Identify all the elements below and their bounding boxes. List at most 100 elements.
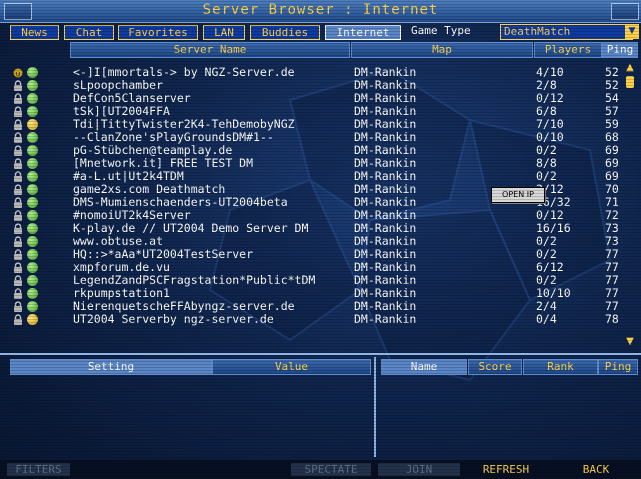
rules-header-value[interactable]: Value [212,359,371,375]
lock-icon [13,288,23,299]
lock-icon [13,301,23,312]
tab-internet[interactable]: Internet [325,25,401,40]
players-header-name[interactable]: Name [381,359,467,375]
panel-splitter[interactable] [374,357,376,457]
lock-icon [13,275,23,286]
players-cell: 0/2 [536,235,557,248]
players-cell: 0/2 [536,274,557,287]
server-status-icon [27,210,38,221]
tab-favorites[interactable]: Favorites [118,25,198,40]
server-status-icon [27,145,38,156]
server-name-cell: <-]I[mmortals-> by NGZ-Server.de [73,66,295,79]
server-status-icon [27,301,38,312]
map-cell: DM-Rankin [354,222,417,235]
players-header-rank[interactable]: Rank [523,359,598,375]
table-row[interactable]: pG-Stübchen@teamplay.de DM-Rankin 0/2 69 [0,144,622,157]
lock-icon [13,93,23,104]
lock-icon [13,106,23,117]
scrollbar-thumb[interactable] [626,76,634,88]
title-bar: Server Browser : Internet [0,0,641,23]
ping-cell: 52 [605,66,619,79]
server-status-icon [27,106,38,117]
refresh-button[interactable]: REFRESH [470,463,542,476]
players-cell: 0/4 [536,313,557,326]
lock-icon [13,184,23,195]
server-name-cell: xmpforum.de.vu [73,261,170,274]
column-header-server-name[interactable]: Server Name [70,42,350,58]
spectate-button[interactable]: SPECTATE [291,463,371,476]
map-cell: DM-Rankin [354,261,417,274]
column-header-ping[interactable]: Ping [602,42,638,58]
svg-text:u: u [16,70,20,78]
scroll-down-arrow-icon[interactable]: ▼ [623,336,637,348]
table-row[interactable]: [Mnetwork.it] FREE TEST DM DM-Rankin 8/8 69 [0,157,622,170]
table-row[interactable]: rkpumpstation1 DM-Rankin 10/10 77 [0,287,622,300]
rules-header-setting[interactable]: Setting [10,359,212,375]
table-row[interactable]: sLpoopchamber DM-Rankin 2/8 52 [0,79,622,92]
ping-cell: 73 [605,222,619,235]
players-header-score[interactable]: Score [468,359,522,375]
tab-chat[interactable]: Chat [64,25,114,40]
table-row[interactable]: www.obtuse.at DM-Rankin 0/2 73 [0,235,622,248]
table-row[interactable]: #a-L.ut|Ut2k4TDM DM-Rankin 0/2 69 [0,170,622,183]
table-row[interactable]: Tdi|TittyTwister2K4-TehDemobyNGZ DM-Ranki… [0,118,622,131]
table-row[interactable]: NierenquetscheFFAbyngz-server.de DM-Ranki… [0,300,622,313]
server-name-cell: game2xs.com Deathmatch [73,183,226,196]
scroll-up-arrow-icon[interactable]: ▲ [623,62,637,74]
players-cell: 2/4 [536,300,557,313]
server-name-cell: K-play.de // UT2004 Demo Server DM [73,222,309,235]
server-status-icon [27,314,38,325]
table-row[interactable]: xmpforum.de.vu DM-Rankin 6/12 77 [0,261,622,274]
table-row[interactable]: tSk][UT2004FFA DM-Rankin 6/8 57 [0,105,622,118]
column-header-players[interactable]: Players [534,42,602,58]
players-header-ping[interactable]: Ping [598,359,638,375]
lock-icon [13,249,23,260]
table-row[interactable]: #nomoiUT2k4Server DM-Rankin 0/12 72 [0,209,622,222]
server-status-icon [27,184,38,195]
server-status-icon [27,80,38,91]
players-cell: 0/12 [536,92,564,105]
map-cell: DM-Rankin [354,118,417,131]
table-row[interactable]: --ClanZone'sPlayGroundsDM#1-- DM-Rankin 0/… [0,131,622,144]
map-cell: DM-Rankin [354,66,417,79]
server-status-icon [27,158,38,169]
ping-cell: 68 [605,131,619,144]
join-button[interactable]: JOIN [378,463,460,476]
filters-button[interactable]: FILTERS [7,463,70,476]
map-cell: DM-Rankin [354,170,417,183]
lock-icon [13,80,23,91]
tab-lan[interactable]: LAN [203,25,245,40]
map-cell: DM-Rankin [354,248,417,261]
column-header-map[interactable]: Map [351,42,533,58]
ping-cell: 69 [605,157,619,170]
tab-news[interactable]: News [10,25,59,40]
map-cell: DM-Rankin [354,157,417,170]
server-name-cell: sLpoopchamber [73,79,164,92]
tab-buddies[interactable]: Buddies [250,25,320,40]
server-status-icon [27,171,38,182]
table-row[interactable]: LegendZandPSCFragstation*Public*tDM DM-Ra… [0,274,622,287]
ping-cell: 70 [605,183,619,196]
open-ip-menu-item[interactable]: OPEN IP [491,187,545,203]
lock-icon [13,171,23,182]
chevron-down-icon[interactable]: ▼ [625,24,639,39]
back-button[interactable]: BACK [570,463,622,476]
ping-cell: 59 [605,118,619,131]
players-cell: 8/8 [536,157,557,170]
table-row[interactable]: UT2004 Serverby ngz-server.de DM-Rankin 0/… [0,313,622,326]
ping-cell: 72 [605,209,619,222]
server-name-cell: LegendZandPSCFragstation*Public*tDM [73,274,316,287]
table-row[interactable]: DefCon5Clanserver DM-Rankin 0/12 54 [0,92,622,105]
server-status-icon [27,262,38,273]
table-row[interactable]: HQ::>*aAa*UT2004TestServer DM-Rankin 0/2 77 [0,248,622,261]
server-browser-window: Server Browser : Internet News Chat Favo… [0,0,641,479]
table-row[interactable]: K-play.de // UT2004 Demo Server DM DM-Ran… [0,222,622,235]
game-type-select[interactable]: DeathMatch [500,24,633,40]
server-status-icon [27,93,38,104]
table-row[interactable]: u <-]I[mmortals-> by NGZ-Server.de DM-Rank… [0,66,622,79]
lock-icon [13,197,23,208]
map-cell: DM-Rankin [354,92,417,105]
server-name-cell: DefCon5Clanserver [73,92,191,105]
players-cell: 6/12 [536,261,564,274]
server-name-cell: pG-Stübchen@teamplay.de [73,144,233,157]
